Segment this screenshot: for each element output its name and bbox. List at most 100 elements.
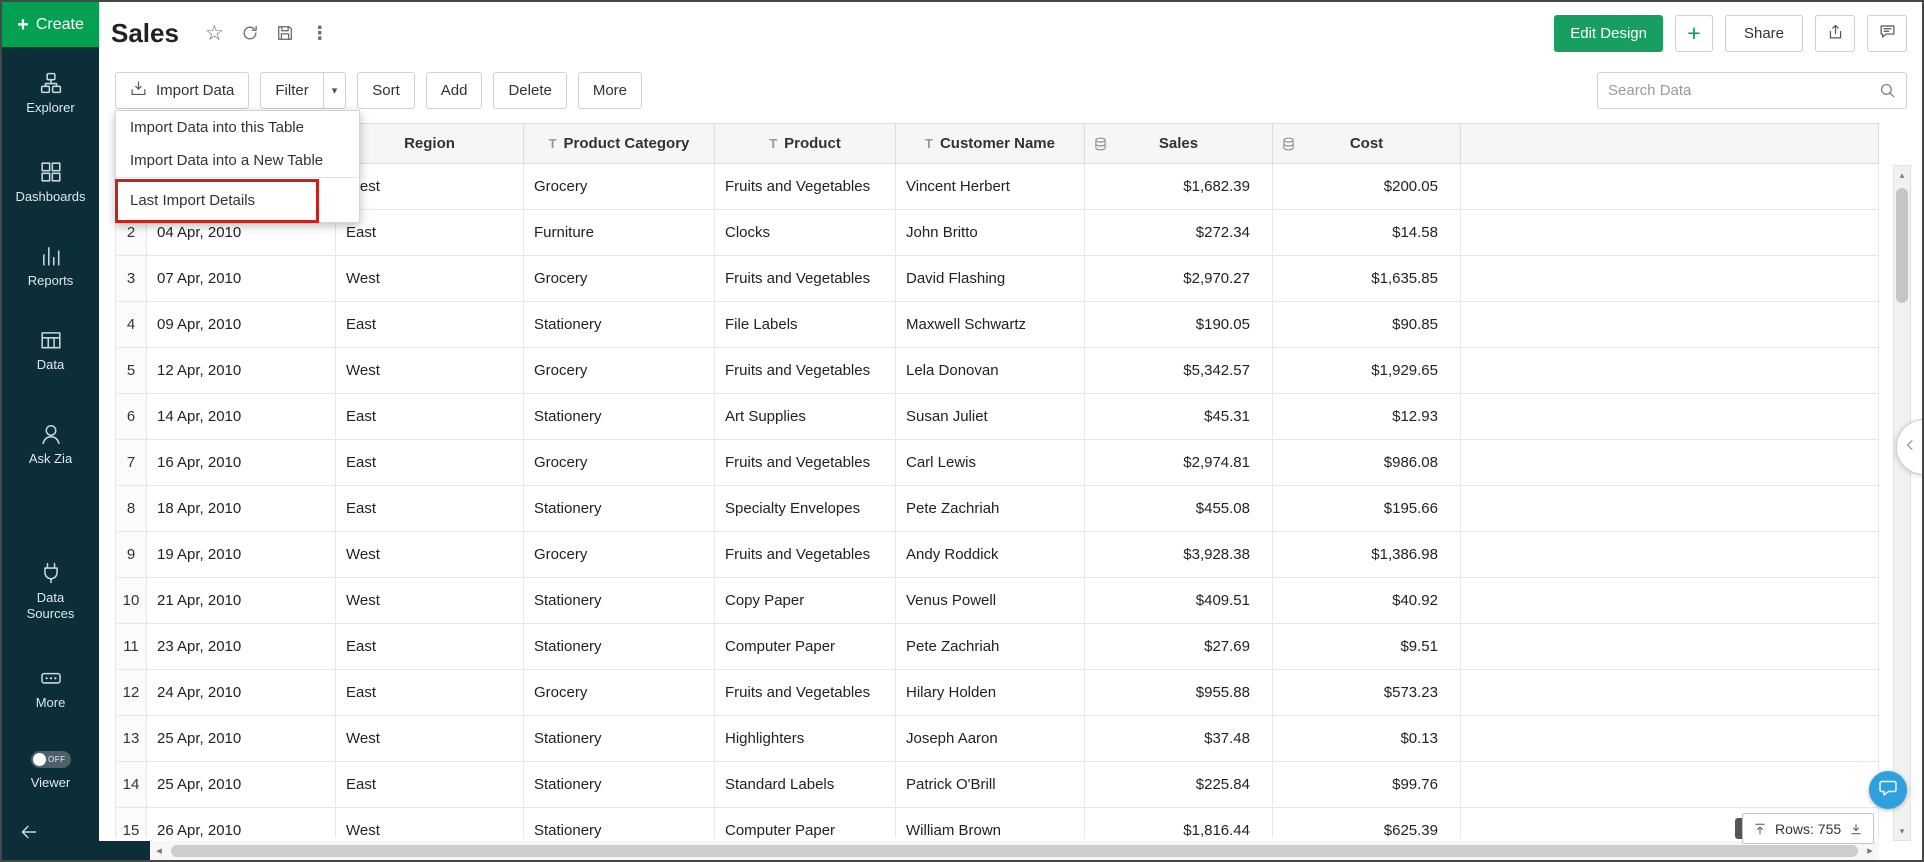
comments-button[interactable]: [1867, 15, 1907, 52]
favorite-star-icon[interactable]: ☆: [205, 23, 224, 44]
table-cell[interactable]: $9.51: [1273, 624, 1461, 670]
table-cell[interactable]: East: [336, 210, 524, 256]
vertical-scrollbar-thumb[interactable]: [1896, 188, 1908, 303]
table-cell[interactable]: $195.66: [1273, 486, 1461, 532]
column-header-product-category[interactable]: TProduct Category: [524, 124, 715, 164]
table-cell[interactable]: 24 Apr, 2010: [147, 670, 336, 716]
table-cell[interactable]: $986.08: [1273, 440, 1461, 486]
table-cell[interactable]: Fruits and Vegetables: [715, 440, 896, 486]
table-cell[interactable]: William Brown: [896, 808, 1085, 839]
table-cell[interactable]: $625.39: [1273, 808, 1461, 839]
table-cell[interactable]: $1,635.85: [1273, 256, 1461, 302]
row-number[interactable]: 5: [116, 348, 147, 394]
table-cell[interactable]: East: [336, 440, 524, 486]
table-cell[interactable]: $1,816.44: [1085, 808, 1273, 839]
table-cell[interactable]: File Labels: [715, 302, 896, 348]
row-number[interactable]: 7: [116, 440, 147, 486]
row-number[interactable]: 12: [116, 670, 147, 716]
table-cell[interactable]: $14.58: [1273, 210, 1461, 256]
table-cell[interactable]: Venus Powell: [896, 578, 1085, 624]
table-cell[interactable]: $272.34: [1085, 210, 1273, 256]
sidebar-item-more[interactable]: More: [2, 667, 99, 711]
table-cell[interactable]: Clocks: [715, 210, 896, 256]
sidebar-item-dashboards[interactable]: Dashboards: [2, 161, 99, 205]
table-cell[interactable]: Grocery: [524, 440, 715, 486]
table-cell[interactable]: 19 Apr, 2010: [147, 532, 336, 578]
table-cell[interactable]: Grocery: [524, 256, 715, 302]
scroll-left-arrow[interactable]: ◂: [150, 844, 168, 857]
table-cell[interactable]: Computer Paper: [715, 624, 896, 670]
delete-button[interactable]: Delete: [493, 72, 566, 109]
table-cell[interactable]: East: [336, 670, 524, 716]
table-cell[interactable]: $1,929.65: [1273, 348, 1461, 394]
table-cell[interactable]: Pete Zachriah: [896, 486, 1085, 532]
export-button[interactable]: [1815, 15, 1855, 52]
table-cell[interactable]: Fruits and Vegetables: [715, 670, 896, 716]
table-cell[interactable]: $200.05: [1273, 164, 1461, 210]
table-cell[interactable]: Stationery: [524, 486, 715, 532]
table-cell[interactable]: West: [336, 256, 524, 302]
table-cell[interactable]: Andy Roddick: [896, 532, 1085, 578]
filter-dropdown-button[interactable]: ▾: [323, 72, 347, 109]
column-header-cost[interactable]: Cost: [1273, 124, 1461, 164]
menu-item-import-data-into-this-table[interactable]: Import Data into this Table: [116, 111, 359, 144]
table-cell[interactable]: Standard Labels: [715, 762, 896, 808]
sidebar-item-data[interactable]: Data: [2, 329, 99, 373]
menu-item-import-data-into-a-new-table[interactable]: Import Data into a New Table: [116, 144, 359, 177]
table-cell[interactable]: $225.84: [1085, 762, 1273, 808]
search-input[interactable]: [1608, 82, 1879, 99]
more-button[interactable]: More: [578, 72, 642, 109]
table-cell[interactable]: West: [336, 164, 524, 210]
table-cell[interactable]: 21 Apr, 2010: [147, 578, 336, 624]
add-new-button[interactable]: +: [1675, 15, 1713, 52]
row-number[interactable]: 4: [116, 302, 147, 348]
table-cell[interactable]: John Britto: [896, 210, 1085, 256]
add-button[interactable]: Add: [426, 72, 483, 109]
table-cell[interactable]: $40.92: [1273, 578, 1461, 624]
column-header-customer-name[interactable]: TCustomer Name: [896, 124, 1085, 164]
scroll-right-arrow[interactable]: ▸: [1861, 844, 1879, 857]
import-data-button[interactable]: Import Data: [115, 72, 249, 109]
filter-button[interactable]: Filter: [260, 72, 323, 109]
refresh-icon[interactable]: [241, 24, 259, 42]
table-cell[interactable]: Carl Lewis: [896, 440, 1085, 486]
row-number[interactable]: 13: [116, 716, 147, 762]
table-cell[interactable]: $90.85: [1273, 302, 1461, 348]
table-cell[interactable]: West: [336, 532, 524, 578]
row-number[interactable]: 15: [116, 808, 147, 839]
sidebar-item-ask-zia[interactable]: Ask Zia: [2, 423, 99, 467]
table-cell[interactable]: Lela Donovan: [896, 348, 1085, 394]
table-cell[interactable]: Grocery: [524, 670, 715, 716]
table-cell[interactable]: 26 Apr, 2010: [147, 808, 336, 839]
edit-design-button[interactable]: Edit Design: [1554, 15, 1663, 52]
table-cell[interactable]: Stationery: [524, 578, 715, 624]
table-cell[interactable]: Stationery: [524, 808, 715, 839]
table-cell[interactable]: $5,342.57: [1085, 348, 1273, 394]
scroll-to-top-icon[interactable]: [1753, 822, 1767, 836]
table-cell[interactable]: $2,970.27: [1085, 256, 1273, 302]
table-cell[interactable]: Fruits and Vegetables: [715, 348, 896, 394]
table-cell[interactable]: Fruits and Vegetables: [715, 532, 896, 578]
table-cell[interactable]: $2,974.81: [1085, 440, 1273, 486]
row-number[interactable]: 8: [116, 486, 147, 532]
column-header-region[interactable]: Region: [336, 124, 524, 164]
table-cell[interactable]: $573.23: [1273, 670, 1461, 716]
column-header-product[interactable]: TProduct: [715, 124, 896, 164]
table-cell[interactable]: 16 Apr, 2010: [147, 440, 336, 486]
sidebar-item-data-sources[interactable]: Data Sources: [2, 562, 99, 622]
sidebar-item-explorer[interactable]: Explorer: [2, 72, 99, 116]
table-cell[interactable]: Stationery: [524, 302, 715, 348]
table-cell[interactable]: $37.48: [1085, 716, 1273, 762]
table-cell[interactable]: East: [336, 486, 524, 532]
table-cell[interactable]: East: [336, 624, 524, 670]
table-cell[interactable]: Computer Paper: [715, 808, 896, 839]
table-cell[interactable]: David Flashing: [896, 256, 1085, 302]
sidebar-item-reports[interactable]: Reports: [2, 245, 99, 289]
scroll-up-arrow[interactable]: ▴: [1894, 167, 1910, 183]
download-icon[interactable]: [1849, 822, 1863, 836]
table-cell[interactable]: Grocery: [524, 164, 715, 210]
table-cell[interactable]: East: [336, 762, 524, 808]
table-cell[interactable]: Hilary Holden: [896, 670, 1085, 716]
sidebar-collapse-button[interactable]: [18, 821, 40, 848]
table-cell[interactable]: 18 Apr, 2010: [147, 486, 336, 532]
